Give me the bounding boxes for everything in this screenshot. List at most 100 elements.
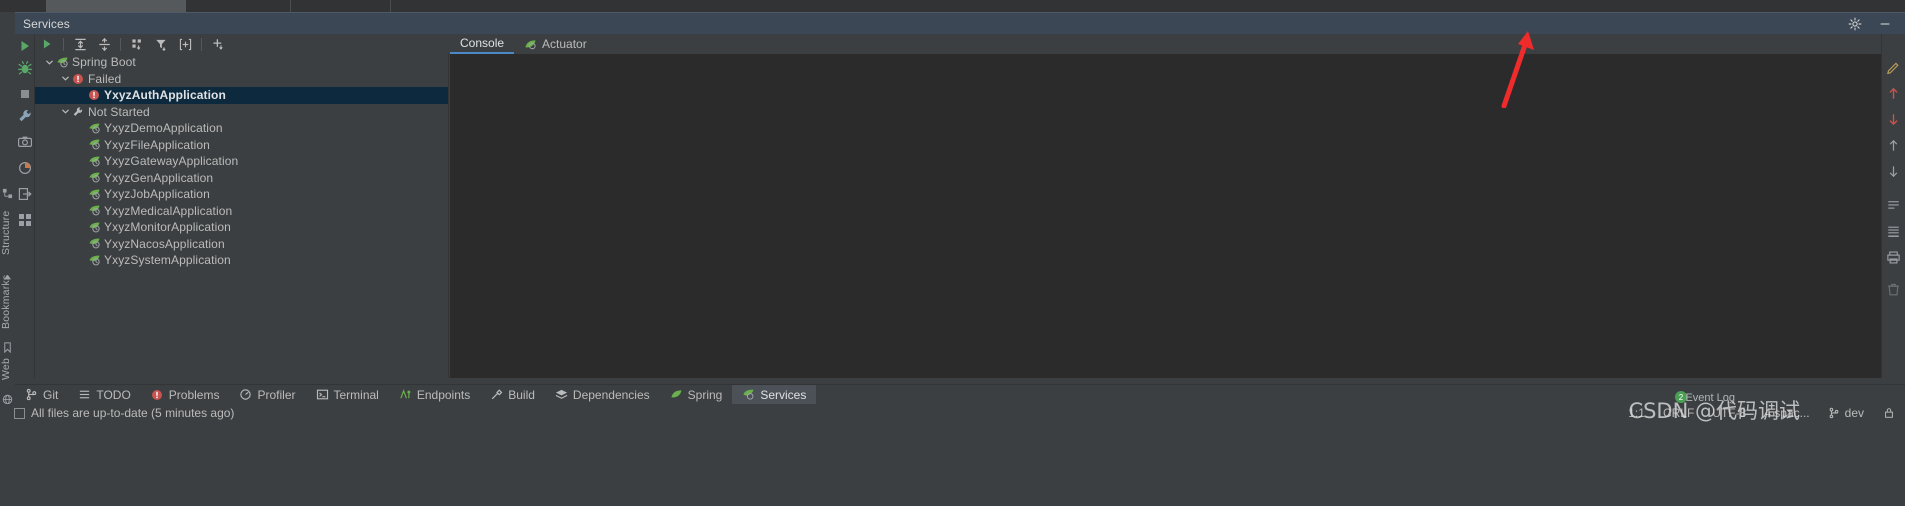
tool-window-label: Endpoints bbox=[416, 387, 471, 402]
arrow-up-thin-icon[interactable] bbox=[1886, 138, 1902, 154]
tool-window-button-dependencies[interactable]: Dependencies bbox=[545, 385, 660, 405]
spring-leaf-icon bbox=[87, 138, 101, 152]
branch-name: dev bbox=[1844, 406, 1864, 420]
tab-console[interactable]: Console bbox=[450, 34, 515, 54]
services-tool-column bbox=[15, 34, 35, 378]
profiler-icon bbox=[239, 388, 252, 401]
stop-icon[interactable] bbox=[17, 86, 33, 102]
tool-window-button-services[interactable]: Services bbox=[732, 384, 817, 405]
coverage-icon[interactable] bbox=[17, 160, 33, 176]
spring-leaf-icon bbox=[87, 253, 101, 267]
tree-item[interactable]: YxyzGenApplication bbox=[35, 170, 448, 187]
arrow-down-thin-icon[interactable] bbox=[1886, 164, 1902, 180]
arrow-up-icon[interactable] bbox=[1886, 86, 1902, 102]
page-title: Services bbox=[23, 16, 70, 31]
layers-icon bbox=[555, 388, 568, 401]
tab-actuator[interactable]: Actuator bbox=[514, 34, 597, 54]
chevron-down-icon[interactable] bbox=[59, 106, 71, 118]
console-action-rail bbox=[1881, 34, 1905, 378]
sidebar-item-web[interactable]: Web bbox=[0, 350, 15, 388]
tool-window-label: Profiler bbox=[257, 387, 296, 402]
tool-window-label: Dependencies bbox=[572, 387, 650, 402]
minimize-icon[interactable] bbox=[1877, 16, 1893, 32]
tree-group-label: Not Started bbox=[88, 104, 150, 119]
layout-icon[interactable] bbox=[17, 212, 33, 228]
wrench-icon[interactable] bbox=[17, 108, 33, 124]
tool-window-label: Terminal bbox=[333, 387, 379, 402]
expand-all-icon[interactable] bbox=[68, 34, 92, 54]
editor-tabs-strip bbox=[0, 0, 1905, 12]
editor-tab-divider-2 bbox=[390, 0, 391, 12]
scroll-end-icon[interactable] bbox=[1886, 224, 1902, 240]
error-icon bbox=[151, 388, 164, 401]
tool-window-button-profiler[interactable]: Profiler bbox=[229, 385, 305, 405]
git-branch-icon bbox=[1828, 407, 1841, 420]
tool-window-button-problems[interactable]: Problems bbox=[141, 385, 230, 405]
toolbar-divider-1 bbox=[63, 37, 64, 51]
terminal-icon bbox=[316, 388, 329, 401]
web-globe-icon[interactable] bbox=[2, 392, 13, 405]
editor-tab-segment-b[interactable] bbox=[46, 0, 186, 12]
tree-item[interactable]: YxyzMonitorApplication bbox=[35, 219, 448, 236]
run-button[interactable] bbox=[35, 34, 59, 54]
collapse-all-icon[interactable] bbox=[92, 34, 116, 54]
tree-item[interactable]: YxyzDemoApplication bbox=[35, 120, 448, 137]
wrap-text-icon[interactable] bbox=[1886, 198, 1902, 214]
sidebar-item-bookmarks[interactable]: Bookmarks bbox=[0, 266, 15, 338]
tool-window-button-todo[interactable]: TODO bbox=[68, 385, 140, 405]
frame-plus-icon[interactable] bbox=[173, 34, 197, 54]
filter-icon[interactable] bbox=[149, 34, 173, 54]
tree-item-yxyz-auth-application[interactable]: YxyzAuthApplication bbox=[35, 87, 448, 104]
tree-item-label: YxyzMedicalApplication bbox=[104, 203, 233, 218]
spring-leaf-icon bbox=[87, 237, 101, 251]
tool-window-label: Build bbox=[508, 387, 535, 402]
add-service-button[interactable] bbox=[206, 34, 230, 54]
trash-icon[interactable] bbox=[1886, 282, 1902, 298]
spring-leaf-icon bbox=[87, 154, 101, 168]
tree-group-not-started[interactable]: Not Started bbox=[35, 104, 448, 121]
lock-icon[interactable] bbox=[1882, 407, 1895, 420]
window-actions bbox=[1847, 16, 1905, 32]
tool-window-button-git[interactable]: Git bbox=[15, 385, 68, 405]
tree-item-label: YxyzGenApplication bbox=[104, 170, 214, 185]
play-icon[interactable] bbox=[17, 38, 33, 54]
tab-label: Console bbox=[460, 36, 505, 50]
spring-leaf-icon bbox=[87, 171, 101, 185]
tree-item[interactable]: YxyzSystemApplication bbox=[35, 252, 448, 269]
arrow-down-icon[interactable] bbox=[1886, 112, 1902, 128]
error-icon bbox=[71, 72, 85, 86]
chevron-down-icon[interactable] bbox=[43, 56, 55, 68]
tree-item[interactable]: YxyzJobApplication bbox=[35, 186, 448, 203]
tree-node-label: Spring Boot bbox=[72, 55, 136, 70]
tab-label: Actuator bbox=[542, 37, 587, 51]
tree-item[interactable]: YxyzGatewayApplication bbox=[35, 153, 448, 170]
tree-item[interactable]: YxyzNacosApplication bbox=[35, 236, 448, 253]
printer-icon[interactable] bbox=[1886, 250, 1902, 266]
services-tree[interactable]: Spring Boot Failed YxyzAuthApplication N… bbox=[35, 54, 449, 378]
console-output-pane[interactable] bbox=[450, 54, 1522, 378]
tree-group-failed[interactable]: Failed bbox=[35, 71, 448, 88]
structure-strip-icon[interactable] bbox=[2, 186, 13, 199]
tree-node-spring-boot[interactable]: Spring Boot bbox=[35, 54, 448, 71]
tool-window-button-spring[interactable]: Spring bbox=[660, 385, 733, 405]
left-tool-strip: Structure Bookmarks Web bbox=[0, 34, 15, 506]
chevron-down-icon[interactable] bbox=[59, 73, 71, 85]
sidebar-item-structure[interactable]: Structure bbox=[0, 202, 15, 264]
tool-window-button-terminal[interactable]: Terminal bbox=[306, 385, 389, 405]
tool-window-button-endpoints[interactable]: Endpoints bbox=[389, 385, 480, 405]
export-icon[interactable] bbox=[17, 186, 33, 202]
tree-item-label: YxyzAuthApplication bbox=[104, 88, 226, 103]
camera-icon[interactable] bbox=[17, 134, 33, 150]
watermark: CSDN @代码调试 bbox=[1628, 399, 1800, 423]
editor-tab-segment-a bbox=[0, 0, 46, 12]
tree-not-started-items: YxyzDemoApplication YxyzFileApplication … bbox=[35, 120, 448, 269]
tree-item[interactable]: YxyzMedicalApplication bbox=[35, 203, 448, 220]
editor-tab-segment-c bbox=[186, 0, 1905, 12]
pencil-icon[interactable] bbox=[1886, 60, 1902, 76]
gear-icon[interactable] bbox=[1847, 16, 1863, 32]
group-by-icon[interactable] bbox=[125, 34, 149, 54]
branch-widget[interactable]: dev bbox=[1828, 406, 1864, 420]
tree-item[interactable]: YxyzFileApplication bbox=[35, 137, 448, 154]
bug-icon[interactable] bbox=[17, 60, 33, 76]
tool-window-button-build[interactable]: Build bbox=[480, 385, 545, 405]
